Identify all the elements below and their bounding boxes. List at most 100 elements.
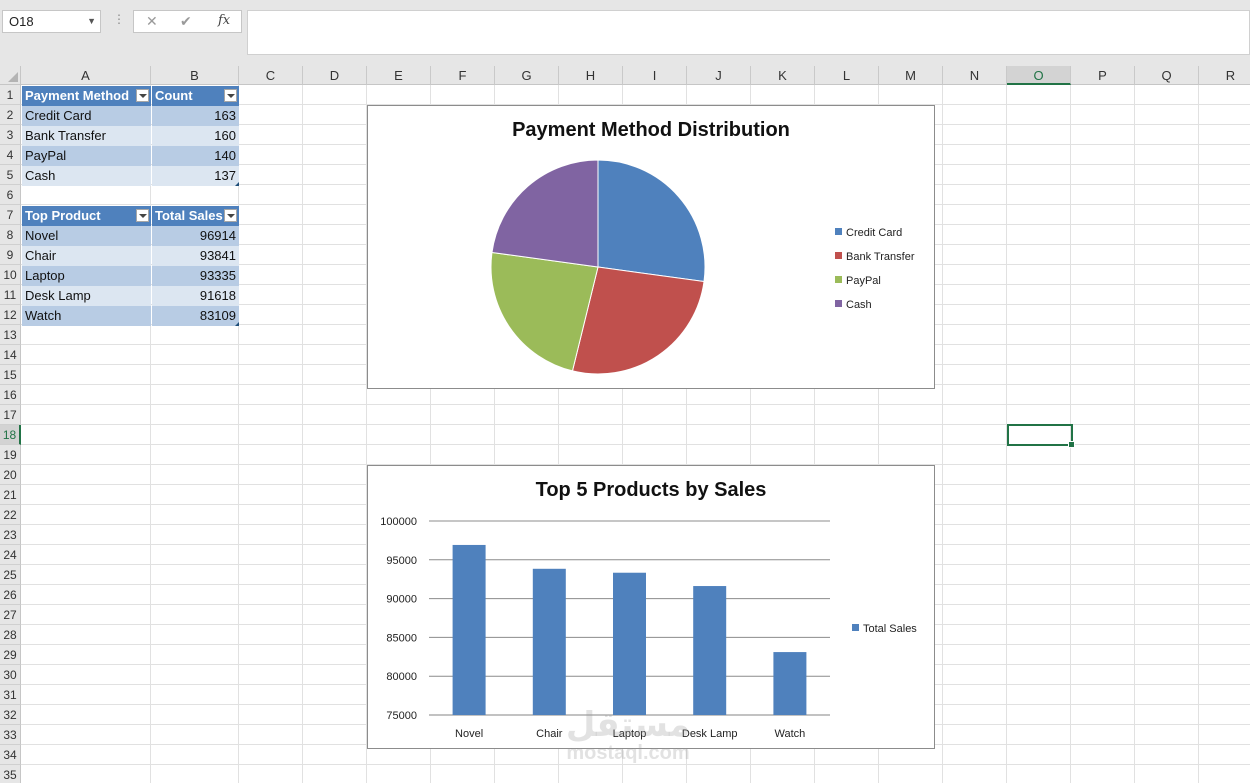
table-cell-value[interactable]: 140 xyxy=(152,146,239,166)
table-cell-value[interactable]: 137 xyxy=(152,166,239,186)
row-header-6[interactable]: 6 xyxy=(0,185,21,205)
column-header-A[interactable]: A xyxy=(21,66,151,85)
pie-chart[interactable]: Payment Method Distribution Credit Card B… xyxy=(367,105,935,389)
column-header-R[interactable]: R xyxy=(1199,66,1250,85)
table-header-cell[interactable]: Count xyxy=(152,86,239,106)
column-header-L[interactable]: L xyxy=(815,66,879,85)
row-header-26[interactable]: 26 xyxy=(0,585,21,605)
row-header-29[interactable]: 29 xyxy=(0,645,21,665)
row-header-4[interactable]: 4 xyxy=(0,145,21,165)
row-header-5[interactable]: 5 xyxy=(0,165,21,185)
table-cell-value[interactable]: 163 xyxy=(152,106,239,126)
row-header-25[interactable]: 25 xyxy=(0,565,21,585)
column-header-P[interactable]: P xyxy=(1071,66,1135,85)
chevron-down-icon[interactable]: ▼ xyxy=(87,11,96,32)
row-header-3[interactable]: 3 xyxy=(0,125,21,145)
column-header-J[interactable]: J xyxy=(687,66,751,85)
table-header-cell[interactable]: Top Product xyxy=(22,206,151,226)
more-options-icon[interactable]: ⋮ xyxy=(113,12,125,26)
row-header-18[interactable]: 18 xyxy=(0,425,21,445)
column-header-Q[interactable]: Q xyxy=(1135,66,1199,85)
worksheet-grid[interactable]: ABCDEFGHIJKLMNOPQR 1 2 3 4 5 6 7 8 9 10 11 12 13 14 15… xyxy=(0,66,1250,783)
row-header-21[interactable]: 21 xyxy=(0,485,21,505)
row-header-24[interactable]: 24 xyxy=(0,545,21,565)
table-cell-label[interactable]: Laptop xyxy=(22,266,151,286)
filter-dropdown-icon[interactable] xyxy=(136,209,149,222)
row-header-16[interactable]: 16 xyxy=(0,385,21,405)
table-resize-handle[interactable] xyxy=(235,322,239,326)
column-header-H[interactable]: H xyxy=(559,66,623,85)
bar-watch[interactable] xyxy=(773,652,807,715)
row-header-19[interactable]: 19 xyxy=(0,445,21,465)
filter-dropdown-icon[interactable] xyxy=(224,89,237,102)
column-header-E[interactable]: E xyxy=(367,66,431,85)
bar-chart[interactable]: Top 5 Products by Sales 75000 80000 85000 9… xyxy=(367,465,935,749)
filter-dropdown-icon[interactable] xyxy=(136,89,149,102)
row-header-35[interactable]: 35 xyxy=(0,765,21,783)
row-header-31[interactable]: 31 xyxy=(0,685,21,705)
row-header-8[interactable]: 8 xyxy=(0,225,21,245)
bar-chair[interactable] xyxy=(532,568,566,715)
table-cell-value[interactable]: 160 xyxy=(152,126,239,146)
table-cell-label[interactable]: Bank Transfer xyxy=(22,126,151,146)
row-header-12[interactable]: 12 xyxy=(0,305,21,325)
insert-function-icon[interactable]: fx xyxy=(218,13,230,28)
table-cell-label[interactable]: Watch xyxy=(22,306,151,326)
table-cell-label[interactable]: Cash xyxy=(22,166,151,186)
bar-desk-lamp[interactable] xyxy=(693,586,727,715)
row-header-13[interactable]: 13 xyxy=(0,325,21,345)
select-all-corner[interactable] xyxy=(0,66,21,85)
table-header-cell[interactable]: Payment Method xyxy=(22,86,151,106)
table-cell-value[interactable]: 83109 xyxy=(152,306,239,326)
row-header-27[interactable]: 27 xyxy=(0,605,21,625)
row-header-32[interactable]: 32 xyxy=(0,705,21,725)
table-header-cell[interactable]: Total Sales xyxy=(152,206,239,226)
bar-novel[interactable] xyxy=(452,544,486,715)
column-header-K[interactable]: K xyxy=(751,66,815,85)
row-header-2[interactable]: 2 xyxy=(0,105,21,125)
row-header-22[interactable]: 22 xyxy=(0,505,21,525)
row-header-20[interactable]: 20 xyxy=(0,465,21,485)
pie-slice-cash[interactable] xyxy=(491,159,599,268)
column-header-B[interactable]: B xyxy=(151,66,239,85)
cancel-icon[interactable]: ✕ xyxy=(146,13,158,30)
column-header-G[interactable]: G xyxy=(495,66,559,85)
table-cell-label[interactable]: Novel xyxy=(22,226,151,246)
column-header-O[interactable]: O xyxy=(1007,66,1071,85)
row-header-1[interactable]: 1 xyxy=(0,85,21,105)
table-cell-label[interactable]: PayPal xyxy=(22,146,151,166)
row-header-33[interactable]: 33 xyxy=(0,725,21,745)
column-header-D[interactable]: D xyxy=(303,66,367,85)
table-cell-value[interactable]: 91618 xyxy=(152,286,239,306)
name-box[interactable]: O18 ▼ xyxy=(2,10,101,33)
column-header-I[interactable]: I xyxy=(623,66,687,85)
table-cell-value[interactable]: 96914 xyxy=(152,226,239,246)
row-header-34[interactable]: 34 xyxy=(0,745,21,765)
row-header-17[interactable]: 17 xyxy=(0,405,21,425)
formula-input[interactable] xyxy=(247,10,1250,55)
enter-icon[interactable]: ✔ xyxy=(180,13,192,30)
row-header-15[interactable]: 15 xyxy=(0,365,21,385)
column-header-C[interactable]: C xyxy=(239,66,303,85)
table-cell-label[interactable]: Desk Lamp xyxy=(22,286,151,306)
table-cell-value[interactable]: 93335 xyxy=(152,266,239,286)
row-header-28[interactable]: 28 xyxy=(0,625,21,645)
row-header-7[interactable]: 7 xyxy=(0,205,21,225)
row-header-10[interactable]: 10 xyxy=(0,265,21,285)
table-resize-handle[interactable] xyxy=(235,182,239,186)
selected-cell-O18[interactable] xyxy=(1007,424,1075,448)
column-header-F[interactable]: F xyxy=(431,66,495,85)
row-header-23[interactable]: 23 xyxy=(0,525,21,545)
row-header-11[interactable]: 11 xyxy=(0,285,21,305)
row-header-9[interactable]: 9 xyxy=(0,245,21,265)
table-cell-value[interactable]: 93841 xyxy=(152,246,239,266)
row-header-14[interactable]: 14 xyxy=(0,345,21,365)
pie-slice-credit-card[interactable] xyxy=(597,159,706,283)
column-header-M[interactable]: M xyxy=(879,66,943,85)
row-header-30[interactable]: 30 xyxy=(0,665,21,685)
table-cell-label[interactable]: Credit Card xyxy=(22,106,151,126)
table-cell-label[interactable]: Chair xyxy=(22,246,151,266)
bar-laptop[interactable] xyxy=(613,572,646,715)
column-header-N[interactable]: N xyxy=(943,66,1007,85)
filter-dropdown-icon[interactable] xyxy=(224,209,237,222)
